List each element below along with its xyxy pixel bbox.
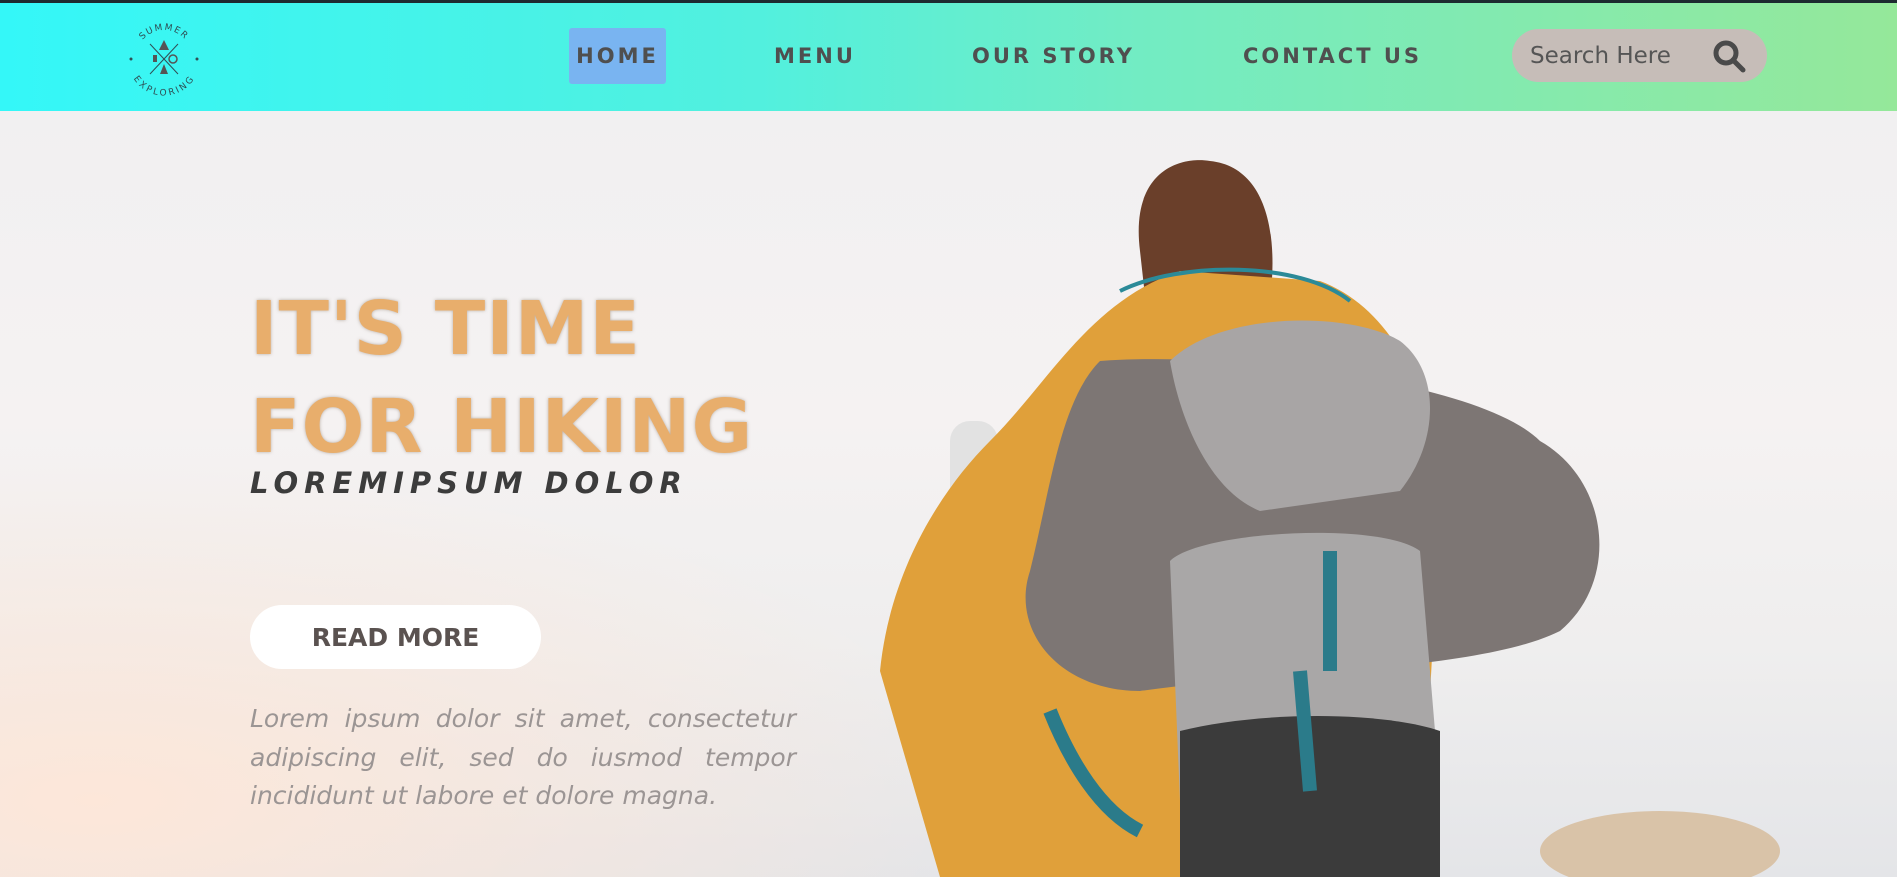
hero-title: IT'S TIME FOR HIKING [250,280,753,476]
search-icon[interactable] [1712,39,1746,73]
hero-subtitle: LOREMIPSUM DOLOR [250,466,688,500]
nav-home[interactable]: HOME [569,28,666,84]
hero-title-line1: IT'S TIME [250,286,641,372]
hero-title-line2: FOR HIKING [250,384,754,470]
nav-our-story[interactable]: OUR STORY [972,28,1135,84]
navbar: SUMMER EXPLORING HOME MENU OUR STORY CON… [0,3,1897,111]
search-box [1512,29,1767,82]
nav-contact-us[interactable]: CONTACT US [1243,28,1422,84]
read-more-button[interactable]: READ MORE [250,605,541,669]
search-input[interactable] [1530,42,1690,69]
svg-text:EXPLORING: EXPLORING [131,74,197,96]
hero-description: Lorem ipsum dolor sit amet, consectetur … [250,704,796,810]
hiker-photo [880,160,1780,877]
summer-exploring-logo[interactable]: SUMMER EXPLORING [126,20,202,96]
nav-menu[interactable]: MENU [774,28,856,84]
svg-text:SUMMER: SUMMER [138,23,191,42]
